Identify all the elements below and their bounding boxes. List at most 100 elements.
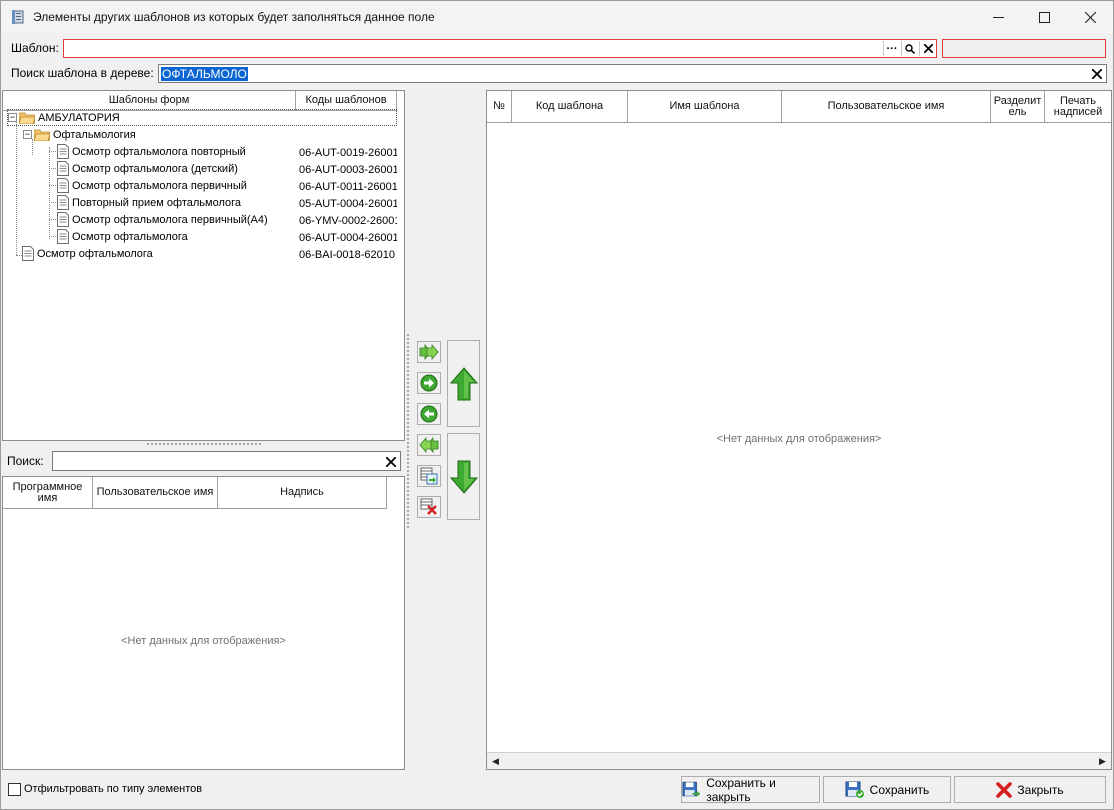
scroll-left-icon[interactable]: ◀ bbox=[487, 753, 504, 769]
column-separator[interactable]: Разделитель bbox=[991, 91, 1045, 122]
template-tree-panel: Шаблоны форм Коды шаблонов − АМБУЛАТОРИЯ… bbox=[2, 90, 405, 441]
template-code-field bbox=[942, 39, 1106, 58]
close-button[interactable]: Закрыть bbox=[954, 776, 1106, 803]
tree-item-code: 06-AUT-0011-26001 bbox=[299, 181, 397, 193]
tree-item[interactable]: Осмотр офтальмолога (детский) bbox=[57, 160, 238, 177]
elements-grid: Программное имя Пользовательское имя Над… bbox=[2, 476, 405, 770]
tree-item-name: Осмотр офтальмолога первичный(А4) bbox=[72, 213, 268, 226]
result-grid-empty: <Нет данных для отображения> bbox=[716, 433, 882, 445]
app-icon bbox=[12, 10, 24, 24]
save-button[interactable]: Сохранить bbox=[823, 776, 951, 803]
ellipsis-icon: ··· bbox=[886, 42, 898, 55]
template-label: Шаблон: bbox=[11, 41, 59, 55]
close-window-button[interactable] bbox=[1067, 1, 1113, 33]
column-caption[interactable]: Надпись bbox=[218, 477, 387, 508]
move-down-button[interactable] bbox=[447, 433, 480, 520]
dialog-window: Элементы других шаблонов из которых буде… bbox=[0, 0, 1114, 810]
tree-item-code: 06-AUT-0004-26001 bbox=[299, 232, 397, 244]
scroll-right-icon[interactable]: ▶ bbox=[1094, 753, 1111, 769]
elements-search-clear-button[interactable] bbox=[382, 454, 399, 469]
title-bar: Элементы других шаблонов из которых буде… bbox=[1, 1, 1113, 33]
browse-button[interactable]: ··· bbox=[883, 41, 900, 56]
horizontal-splitter[interactable] bbox=[146, 442, 261, 446]
maximize-button[interactable] bbox=[1021, 1, 1067, 33]
elements-search-input[interactable] bbox=[52, 451, 401, 471]
double-arrow-right-icon bbox=[419, 344, 439, 360]
tree-column-forms[interactable]: Шаблоны форм bbox=[3, 91, 296, 110]
folder-open-icon bbox=[19, 112, 35, 124]
tree-search-input[interactable]: ОФТАЛЬМОЛО bbox=[158, 64, 1107, 83]
column-user-name[interactable]: Пользовательское имя bbox=[782, 91, 991, 122]
arrow-right-circle-icon bbox=[420, 374, 438, 392]
template-clear-button[interactable] bbox=[919, 41, 936, 56]
delete-rows-button[interactable] bbox=[417, 496, 441, 518]
arrow-left-circle-icon bbox=[420, 405, 438, 423]
move-up-button[interactable] bbox=[447, 340, 480, 427]
tree-item-name: Осмотр офтальмолога повторный bbox=[72, 145, 246, 158]
remove-button[interactable] bbox=[417, 403, 441, 425]
add-button[interactable] bbox=[417, 372, 441, 394]
tree-column-codes[interactable]: Коды шаблонов bbox=[296, 91, 397, 110]
window-title: Элементы других шаблонов из которых буде… bbox=[33, 10, 435, 24]
column-print-captions[interactable]: Печать надписей bbox=[1045, 91, 1111, 122]
arrow-up-icon bbox=[449, 366, 478, 400]
minimize-icon bbox=[992, 16, 1004, 18]
save-and-close-label: Сохранить и закрыть bbox=[706, 775, 776, 804]
delete-table-icon bbox=[420, 498, 437, 515]
clear-icon bbox=[923, 44, 933, 53]
tree-item-code: 06-AUT-0003-26001 bbox=[299, 164, 397, 176]
tree-search-value: ОФТАЛЬМОЛО bbox=[161, 67, 248, 81]
tree-search-clear-button[interactable] bbox=[1088, 66, 1105, 81]
minimize-button[interactable] bbox=[975, 1, 1021, 33]
document-icon bbox=[57, 178, 69, 193]
filter-checkbox-label: Отфильтровать по типу элементов bbox=[24, 783, 203, 795]
collapse-icon[interactable]: − bbox=[8, 113, 17, 122]
save-close-icon bbox=[682, 781, 701, 797]
column-user-name[interactable]: Пользовательское имя bbox=[93, 477, 218, 508]
clear-icon bbox=[385, 456, 396, 467]
document-icon bbox=[22, 246, 34, 261]
tree-item-name: Осмотр офтальмолога bbox=[37, 247, 153, 260]
template-input[interactable]: ··· bbox=[63, 39, 937, 58]
result-grid-header: № Код шаблона Имя шаблона Пользовательск… bbox=[487, 91, 1111, 123]
save-label: Сохранить bbox=[869, 782, 930, 797]
tree-item[interactable]: Осмотр офтальмолога bbox=[57, 228, 188, 245]
collapse-icon[interactable]: − bbox=[23, 130, 32, 139]
copy-table-icon bbox=[420, 467, 438, 485]
tree-item[interactable]: Осмотр офтальмолога повторный bbox=[57, 143, 246, 160]
close-label: Закрыть bbox=[1017, 782, 1064, 797]
tree-item-name: Повторный прием офтальмолога bbox=[72, 196, 242, 209]
elements-grid-empty: <Нет данных для отображения> bbox=[121, 635, 286, 647]
column-program-name[interactable]: Программное имя bbox=[3, 477, 93, 508]
tree-item[interactable]: Осмотр офтальмолога первичный(А4) bbox=[57, 211, 268, 228]
tree-search-label: Поиск шаблона в дереве: bbox=[11, 66, 154, 80]
filter-checkbox[interactable] bbox=[8, 783, 21, 796]
elements-grid-header: Программное имя Пользовательское имя Над… bbox=[3, 477, 387, 509]
copy-rows-button[interactable] bbox=[417, 465, 441, 487]
tree-item-name: Осмотр офтальмолога (детский) bbox=[72, 162, 238, 175]
horizontal-scrollbar[interactable]: ◀ ▶ bbox=[487, 752, 1111, 769]
add-all-button[interactable] bbox=[417, 341, 441, 363]
close-icon bbox=[1084, 11, 1096, 23]
tree-item[interactable]: Повторный прием офтальмолога bbox=[57, 194, 241, 211]
tree-item-code: 06-AUT-0019-26001 bbox=[299, 147, 397, 159]
tree-item[interactable]: Осмотр офтальмолога bbox=[22, 245, 153, 262]
tree-node-root[interactable]: − АМБУЛАТОРИЯ bbox=[7, 109, 397, 126]
search-button[interactable] bbox=[901, 41, 918, 56]
document-icon bbox=[57, 195, 69, 210]
column-template-name[interactable]: Имя шаблона bbox=[628, 91, 782, 122]
tree-item-code: 06-YMV-0002-26001 bbox=[299, 215, 397, 227]
tree-node-label: АМБУЛАТОРИЯ bbox=[38, 111, 120, 124]
clear-icon bbox=[1091, 68, 1102, 79]
document-icon bbox=[57, 161, 69, 176]
document-icon bbox=[57, 212, 69, 227]
tree-node-folder[interactable]: − Офтальмология bbox=[23, 126, 136, 143]
remove-all-button[interactable] bbox=[417, 434, 441, 456]
search-icon bbox=[905, 43, 915, 54]
save-and-close-button[interactable]: Сохранить и закрыть bbox=[681, 775, 820, 804]
tree-item[interactable]: Осмотр офтальмолога первичный bbox=[57, 177, 247, 194]
vertical-splitter[interactable] bbox=[406, 333, 410, 528]
tree-item-name: Осмотр офтальмолога bbox=[72, 230, 188, 243]
column-template-code[interactable]: Код шаблона bbox=[512, 91, 628, 122]
column-number[interactable]: № bbox=[487, 91, 512, 122]
